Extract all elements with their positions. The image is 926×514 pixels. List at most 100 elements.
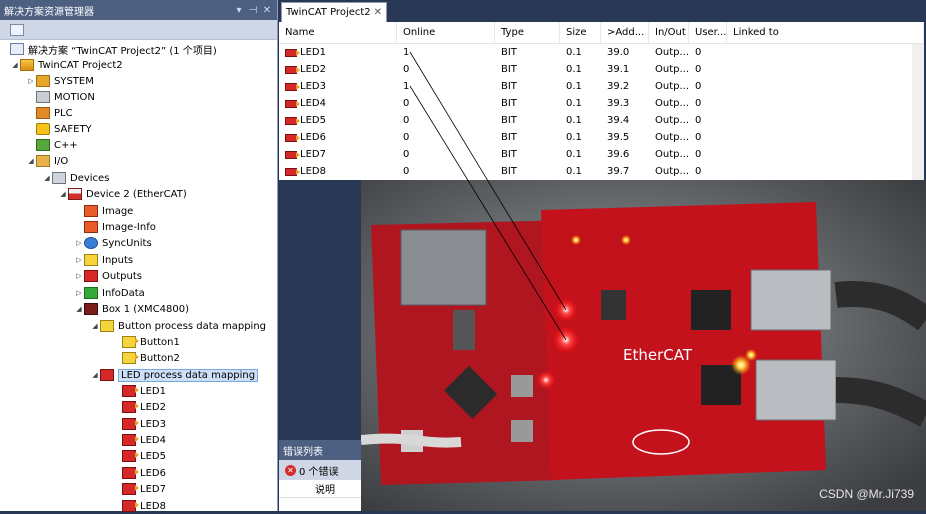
expanded-arrow-icon[interactable]: ◢ <box>42 174 52 182</box>
cell-address: 39.5 <box>607 132 630 143</box>
expanded-arrow-icon[interactable]: ◢ <box>26 157 36 165</box>
close-icon[interactable]: ✕ <box>261 5 273 16</box>
tree-node-safety[interactable]: SAFETY <box>36 121 92 137</box>
led-variable-icon <box>285 99 300 108</box>
tree-node-device2[interactable]: ◢ Device 2 (EtherCAT) <box>58 186 187 202</box>
table-row[interactable]: LED2 0 BIT 0.1 39.1 Outp... 0 <box>279 61 924 78</box>
expanded-arrow-icon[interactable]: ◢ <box>90 322 100 330</box>
cell-linked-to <box>727 95 924 112</box>
error-count-button[interactable]: 0 个错误 <box>299 463 339 478</box>
cell-address: 39.2 <box>607 81 630 92</box>
tree-node-devices[interactable]: ◢ Devices <box>42 170 109 186</box>
cell-address: 39.3 <box>607 98 630 109</box>
tree-node-outputs[interactable]: ▷ Outputs <box>74 268 142 284</box>
tree-node-led8[interactable]: LED8 <box>122 498 166 514</box>
image-icon <box>84 205 98 217</box>
tree-label: LED6 <box>140 467 166 479</box>
tree-node-led5[interactable]: LED5 <box>122 448 166 464</box>
panel-title: 解决方案资源管理器 <box>4 6 94 18</box>
led-variable-icon <box>285 116 300 125</box>
column-header-linked-to[interactable]: Linked to <box>727 22 924 43</box>
tree-node-box1[interactable]: ◢ Box 1 (XMC4800) <box>74 301 189 317</box>
expanded-arrow-icon[interactable]: ◢ <box>90 371 100 379</box>
column-header-address[interactable]: >Add... <box>601 22 649 43</box>
column-header-name[interactable]: Name <box>279 22 397 43</box>
collapsed-arrow-icon[interactable]: ▷ <box>74 289 84 297</box>
column-header-inout[interactable]: In/Out <box>649 22 689 43</box>
led-variable-icon <box>285 167 300 176</box>
tree-node-led3[interactable]: LED3 <box>122 416 166 432</box>
error-list-title: 错误列表 <box>279 440 361 460</box>
tree-label: MOTION <box>54 91 95 103</box>
tree-node-infodata[interactable]: ▷ InfoData <box>74 285 145 301</box>
column-header-user[interactable]: User... <box>689 22 727 43</box>
collapsed-arrow-icon[interactable]: ▷ <box>26 77 36 85</box>
tree-node-motion[interactable]: MOTION <box>36 89 95 105</box>
cell-user: 0 <box>695 115 702 126</box>
tree-node-led7[interactable]: LED7 <box>122 481 166 497</box>
cell-address: 39.4 <box>607 115 630 126</box>
tree-node-button1[interactable]: Button1 <box>122 334 180 350</box>
table-row[interactable]: LED4 0 BIT 0.1 39.3 Outp... 0 <box>279 95 924 112</box>
plc-icon <box>36 107 50 119</box>
tree-node-led6[interactable]: LED6 <box>122 465 166 481</box>
tree-node-syncunits[interactable]: ▷ SyncUnits <box>74 235 152 251</box>
io-icon <box>36 155 50 167</box>
close-tab-icon[interactable]: ✕ <box>374 7 382 18</box>
column-header-online[interactable]: Online <box>397 22 495 43</box>
pin-icon[interactable]: ⊣ <box>247 5 259 16</box>
tree-node-led4[interactable]: LED4 <box>122 432 166 448</box>
tree-node-button-mapping[interactable]: ◢ Button process data mapping <box>90 318 266 334</box>
cell-name: LED7 <box>279 146 397 163</box>
cell-user: 0 <box>695 166 702 177</box>
collapsed-arrow-icon[interactable]: ▷ <box>74 239 84 247</box>
tree-node-cpp[interactable]: C++ <box>36 137 78 153</box>
cell-name-text: LED5 <box>300 115 326 126</box>
devices-icon <box>52 172 66 184</box>
grid-scrollbar[interactable] <box>912 44 924 180</box>
column-header-size[interactable]: Size <box>560 22 601 43</box>
column-header-description[interactable]: 说明 <box>279 481 335 496</box>
table-row[interactable]: LED7 0 BIT 0.1 39.6 Outp... 0 <box>279 146 924 163</box>
cell-name: LED5 <box>279 112 397 129</box>
watermark-text: CSDN @Mr.Ji739 <box>819 487 914 501</box>
table-row[interactable]: LED8 0 BIT 0.1 39.7 Outp... 0 <box>279 163 924 180</box>
tree-node-image[interactable]: Image <box>84 203 133 219</box>
tree-node-system[interactable]: ▷ SYSTEM <box>26 73 94 89</box>
table-row[interactable]: LED5 0 BIT 0.1 39.4 Outp... 0 <box>279 112 924 129</box>
led-variable-icon <box>285 48 300 57</box>
tab-twincat-project2[interactable]: TwinCAT Project2 ✕ <box>281 2 387 22</box>
collapse-all-icon[interactable] <box>10 23 24 36</box>
column-header-type[interactable]: Type <box>495 22 560 43</box>
expanded-arrow-icon[interactable]: ◢ <box>58 190 68 198</box>
tree-node-button2[interactable]: Button2 <box>122 350 180 366</box>
document-tabs: TwinCAT Project2 ✕ <box>279 0 926 22</box>
grid-header: Name Online Type Size >Add... In/Out Use… <box>279 22 924 44</box>
table-row[interactable]: LED3 1 BIT 0.1 39.2 Outp... 0 <box>279 78 924 95</box>
cell-name-text: LED1 <box>300 47 326 58</box>
expanded-arrow-icon[interactable]: ◢ <box>10 61 20 69</box>
tree-node-plc[interactable]: PLC <box>36 105 73 121</box>
table-row[interactable]: LED6 0 BIT 0.1 39.5 Outp... 0 <box>279 129 924 146</box>
tree-node-solution[interactable]: 解决方案 “TwinCAT Project2” (1 个项目) <box>10 41 217 57</box>
tree-node-project[interactable]: ◢ TwinCAT Project2 <box>10 57 123 73</box>
collapsed-arrow-icon[interactable]: ▷ <box>74 256 84 264</box>
tree-node-inputs[interactable]: ▷ Inputs <box>74 252 133 268</box>
tree-node-led2[interactable]: LED2 <box>122 399 166 415</box>
cell-type: BIT <box>501 98 517 109</box>
tree-node-io[interactable]: ◢ I/O <box>26 153 68 169</box>
tree-label: SyncUnits <box>102 237 152 249</box>
dropdown-icon[interactable]: ▾ <box>233 5 245 16</box>
cell-size: 0.1 <box>566 149 582 160</box>
tree-node-led-mapping[interactable]: ◢ LED process data mapping <box>90 367 259 383</box>
table-row[interactable]: LED1 1 BIT 0.1 39.0 Outp... 0 <box>279 44 924 61</box>
expanded-arrow-icon[interactable]: ◢ <box>74 305 84 313</box>
tree-node-led1[interactable]: LED1 <box>122 383 166 399</box>
cell-name-text: LED2 <box>300 64 326 75</box>
tree-node-image-info[interactable]: Image-Info <box>84 219 156 235</box>
collapsed-arrow-icon[interactable]: ▷ <box>74 272 84 280</box>
cell-linked-to <box>727 129 924 146</box>
tree-label: Devices <box>70 172 110 184</box>
cell-linked-to <box>727 112 924 129</box>
tree-label: LED8 <box>140 500 166 512</box>
